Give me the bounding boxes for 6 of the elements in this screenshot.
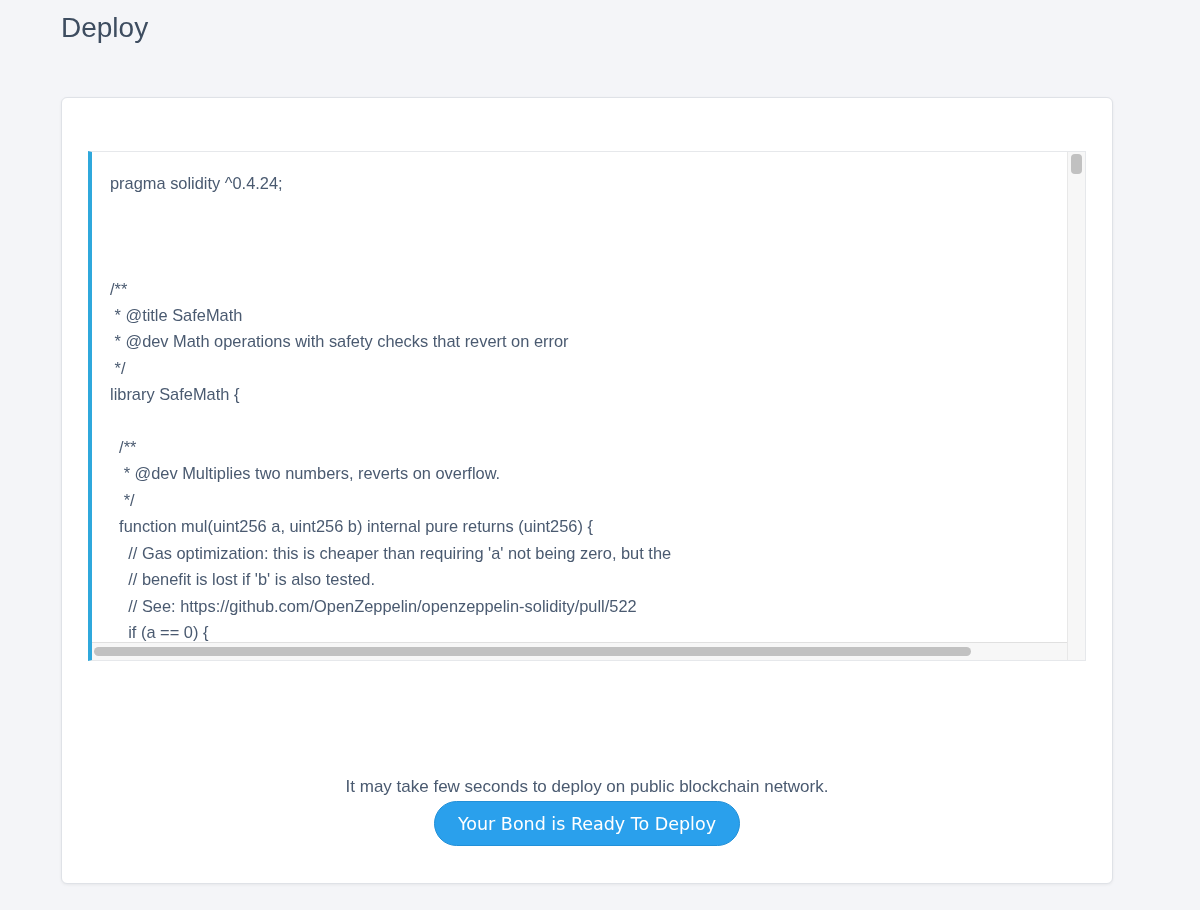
vertical-scrollbar[interactable] (1067, 152, 1085, 660)
deploy-note: It may take few seconds to deploy on public blockchain network. (345, 777, 829, 797)
horizontal-scrollbar[interactable] (92, 642, 1067, 660)
page-title: Deploy (61, 12, 150, 45)
code-text: pragma solidity ^0.4.24; /** * @title SafeMath * @dev Math operations with safety checks that revert on error */ library SafeMath { /** * @dev Multiplies two numbers, reverts on overflow. */ function mul(uint256 a, uint256 b) internal pure returns (uint256) { // Gas optimization: this is cheaper than requiring 'a' not being zero, but the // benefit is lost if 'b' is also tested. // See: https://github.com/OpenZeppelin/openzeppelin-solidity/pull/522 if (a == 0) { (109, 173, 673, 642)
deploy-button[interactable]: Your Bond is Ready To Deploy (433, 801, 741, 846)
